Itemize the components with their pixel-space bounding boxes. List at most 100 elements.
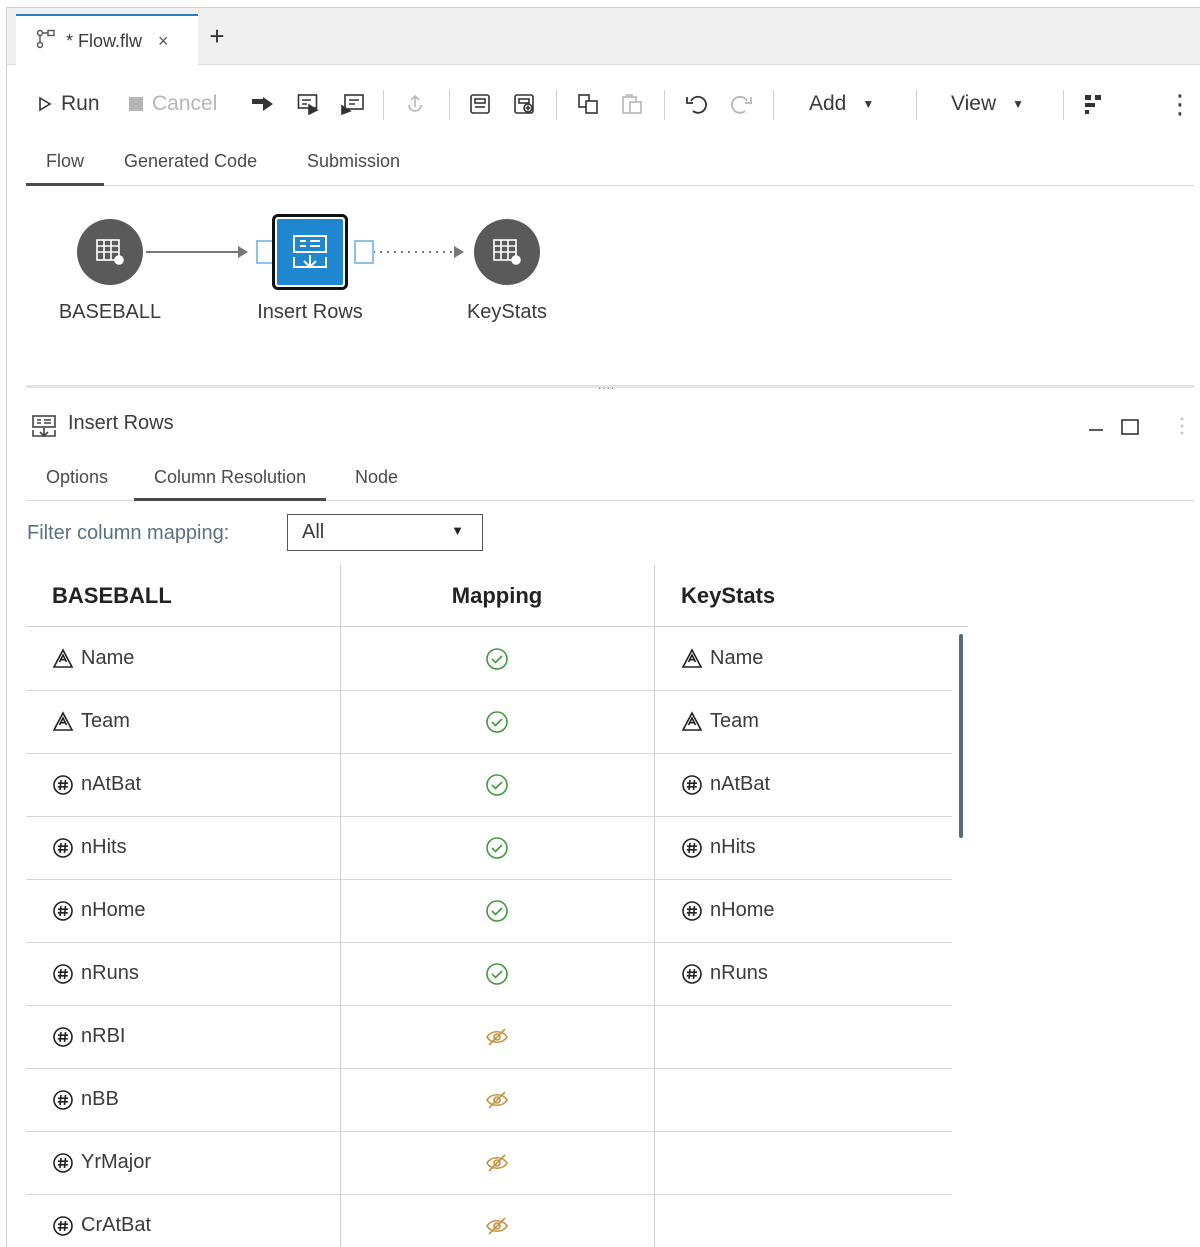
target-column-cell[interactable]: nHome: [680, 879, 774, 942]
run-from-node-button[interactable]: [251, 80, 275, 128]
target-column-cell[interactable]: nAtBat: [680, 753, 770, 816]
column-divider: [654, 565, 655, 1247]
hidden-eye-icon: [485, 1025, 509, 1049]
mapping-status-cell[interactable]: [485, 1131, 515, 1194]
character-column-icon: [680, 647, 704, 671]
source-column-cell[interactable]: CrAtBat: [51, 1194, 151, 1247]
target-column-cell[interactable]: nRuns: [680, 942, 768, 1005]
cancel-button[interactable]: Cancel: [128, 80, 217, 128]
flow-editor: * Flow.flw × + Run Cancel Add ▼ View ▼ ⋮…: [6, 7, 1200, 1247]
property-tabs: Options Column Resolution Node: [26, 456, 1194, 501]
tab-submission[interactable]: Submission: [307, 141, 400, 186]
source-column-name: nRBI: [81, 1025, 126, 1047]
save-button[interactable]: [469, 80, 491, 128]
layout-button[interactable]: [1083, 80, 1105, 128]
save-as-button[interactable]: [513, 80, 537, 128]
toolbar-separator: [383, 90, 384, 120]
node-label: BASEBALL: [58, 301, 162, 323]
more-options-icon[interactable]: ⋮: [1167, 80, 1193, 128]
upload-button[interactable]: [405, 80, 425, 128]
tab-generated-code[interactable]: Generated Code: [124, 141, 257, 186]
mapping-status-cell[interactable]: [485, 879, 515, 942]
tab-column-resolution[interactable]: Column Resolution: [134, 456, 327, 501]
mapping-status-cell[interactable]: [485, 1194, 515, 1247]
source-column-cell[interactable]: nBB: [51, 1068, 119, 1131]
target-column-cell[interactable]: Team: [680, 690, 759, 753]
view-menu-button[interactable]: View ▼: [951, 80, 1024, 128]
numeric-column-icon: [51, 1151, 75, 1175]
mapping-status-cell[interactable]: [485, 942, 515, 1005]
tab-options[interactable]: Options: [46, 456, 108, 501]
filter-dropdown[interactable]: All ▼: [287, 514, 483, 551]
mapping-status-cell[interactable]: [485, 1068, 515, 1131]
maximize-icon[interactable]: [1118, 414, 1142, 438]
filter-label: Filter column mapping:: [27, 522, 230, 544]
mapping-status-cell[interactable]: [485, 816, 515, 879]
source-column-name: Name: [81, 647, 135, 669]
splitter-grip-icon[interactable]: ....: [598, 379, 615, 391]
mapping-status-cell[interactable]: [485, 753, 515, 816]
target-column-name: nAtBat: [710, 773, 771, 795]
minimize-icon[interactable]: [1084, 414, 1108, 438]
mapping-status-cell[interactable]: [485, 1005, 515, 1068]
document-tab[interactable]: * Flow.flw ×: [16, 14, 198, 66]
toolbar-separator: [556, 90, 557, 120]
table-scrollbar[interactable]: [959, 634, 963, 838]
table-node-icon: [77, 219, 143, 285]
source-column-cell[interactable]: Name: [51, 627, 134, 690]
tab-flow[interactable]: Flow: [26, 141, 105, 186]
source-column-cell[interactable]: nHits: [51, 816, 127, 879]
table-node-icon: [474, 219, 540, 285]
filter-selected-value: All: [302, 521, 325, 543]
source-column-cell[interactable]: nHome: [51, 879, 145, 942]
mapping-status-cell[interactable]: [485, 690, 515, 753]
check-circle-icon: [485, 647, 509, 671]
source-column-name: nAtBat: [81, 773, 142, 795]
output-port[interactable]: [354, 240, 374, 264]
target-column-cell[interactable]: nHits: [680, 816, 756, 879]
source-column-name: nRuns: [81, 962, 139, 984]
numeric-column-icon: [51, 962, 75, 986]
play-icon: [37, 96, 53, 112]
run-node-button[interactable]: [297, 80, 321, 128]
numeric-column-icon: [680, 899, 704, 923]
source-column-cell[interactable]: nRuns: [51, 942, 139, 1005]
target-column-name: nHome: [710, 899, 775, 921]
connector-arrow: [238, 246, 248, 258]
check-circle-icon: [485, 899, 509, 923]
source-column-name: nBB: [81, 1088, 119, 1110]
target-column-cell[interactable]: Name: [680, 627, 763, 690]
source-column-cell[interactable]: nAtBat: [51, 753, 141, 816]
add-menu-button[interactable]: Add ▼: [809, 80, 874, 128]
run-to-node-button[interactable]: [341, 80, 365, 128]
add-tab-icon[interactable]: +: [206, 23, 228, 49]
toolbar-separator: [1063, 90, 1064, 120]
chevron-down-icon: ▼: [862, 97, 875, 111]
source-column-name: nHits: [81, 836, 127, 858]
character-column-icon: [680, 710, 704, 734]
chevron-down-icon: ▼: [451, 523, 464, 538]
undo-button[interactable]: [685, 80, 709, 128]
source-column-name: YrMajor: [81, 1151, 152, 1173]
tab-node[interactable]: Node: [355, 456, 398, 501]
document-tabstrip: * Flow.flw × +: [7, 8, 1200, 66]
check-circle-icon: [485, 773, 509, 797]
target-column-name: nHits: [710, 836, 756, 858]
close-tab-icon[interactable]: ×: [158, 31, 169, 52]
save-as-icon: [513, 93, 537, 115]
check-circle-icon: [485, 962, 509, 986]
redo-button[interactable]: [729, 80, 753, 128]
source-column-cell[interactable]: nRBI: [51, 1005, 125, 1068]
mapping-status-cell[interactable]: [485, 627, 515, 690]
numeric-column-icon: [51, 1214, 75, 1238]
copy-button[interactable]: [577, 80, 599, 128]
toolbar: Run Cancel Add ▼ View ▼ ⋮: [7, 80, 1200, 128]
source-column-cell[interactable]: Team: [51, 690, 130, 753]
paste-button[interactable]: [621, 80, 643, 128]
check-circle-icon: [485, 710, 509, 734]
source-column-cell[interactable]: YrMajor: [51, 1131, 151, 1194]
panel-more-icon[interactable]: [1170, 414, 1194, 438]
run-button[interactable]: Run: [37, 80, 100, 128]
layout-icon: [1083, 93, 1105, 115]
hidden-eye-icon: [485, 1151, 509, 1175]
